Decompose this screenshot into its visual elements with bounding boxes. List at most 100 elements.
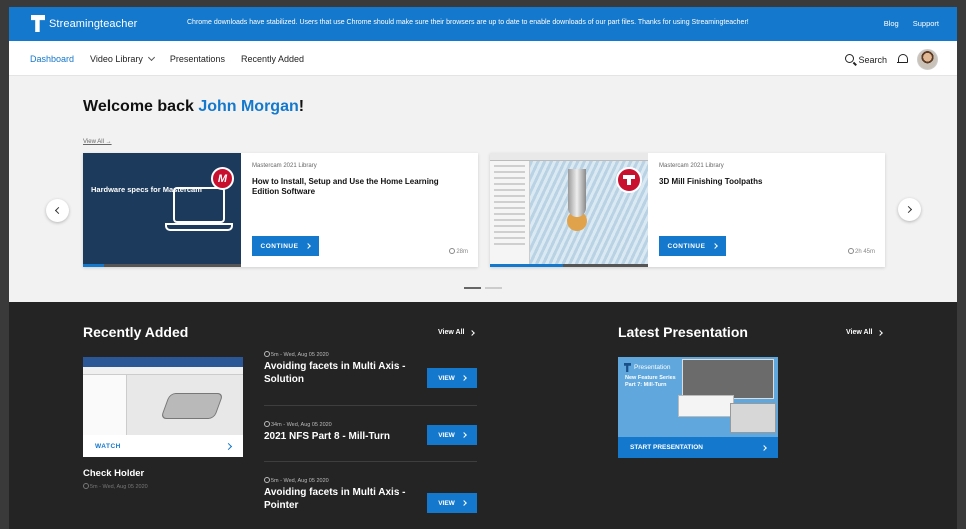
duration-value: 28m — [456, 249, 468, 255]
presentation-header-label: Presentation — [634, 364, 671, 371]
brand-name: Streamingteacher — [49, 17, 138, 30]
divider — [264, 461, 477, 462]
view-button[interactable]: VIEW — [427, 368, 477, 388]
featured-video-card[interactable]: WATCH — [83, 357, 243, 457]
chevron-right-icon — [904, 205, 913, 214]
latest-presentation-heading: Latest Presentation — [618, 324, 748, 340]
app-toolbar — [83, 367, 243, 375]
item-title[interactable]: Avoiding facets in Multi Axis - Pointer — [264, 487, 419, 512]
notification-bell-icon[interactable] — [897, 54, 908, 65]
carousel-dot[interactable] — [485, 287, 502, 289]
clock-icon — [264, 421, 270, 427]
nav-video-library-label: Video Library — [90, 54, 143, 64]
watch-label: WATCH — [95, 442, 121, 450]
clock-icon — [847, 248, 854, 254]
chevron-right-icon — [469, 329, 476, 336]
view-all-label: View All — [438, 329, 465, 336]
mastercam-logo-icon: M — [211, 167, 234, 190]
video-card[interactable]: Mastercam 2021 Library 3D Mill Finishing… — [490, 153, 885, 267]
presentation-thumb-title: New Feature Series Part 7: Mill-Turn — [625, 375, 676, 388]
chevron-down-icon — [147, 53, 155, 62]
presentation-header: Presentation — [624, 363, 671, 372]
watch-button[interactable]: WATCH — [83, 435, 243, 457]
watch-progress-bar — [83, 264, 241, 267]
laptop-base — [165, 223, 233, 231]
presentation-dialog — [678, 395, 734, 417]
item-meta-text: 34m - Wed, Aug 05 2020 — [271, 422, 332, 428]
view-button[interactable]: VIEW — [427, 425, 477, 445]
welcome-prefix: Welcome back — [83, 98, 199, 115]
duration-value: 2h 45m — [854, 249, 875, 255]
library-name: Mastercam 2021 Library — [659, 163, 724, 169]
blog-link[interactable]: Blog — [884, 19, 899, 28]
support-link[interactable]: Support — [913, 19, 939, 28]
search-icon — [845, 54, 855, 63]
start-presentation-label: START PRESENTATION — [630, 444, 703, 451]
cutting-tool — [568, 169, 586, 217]
carousel-next-button[interactable] — [898, 198, 921, 221]
chevron-right-icon — [761, 444, 767, 451]
app-frame: Streamingteacher Chrome downloads have s… — [9, 7, 957, 529]
chevron-right-icon — [460, 375, 467, 381]
continue-label: CONTINUE — [667, 242, 706, 250]
clock-icon — [264, 351, 270, 357]
view-button[interactable]: VIEW — [427, 493, 477, 513]
nav-recently-added[interactable]: Recently Added — [241, 54, 304, 64]
carousel-dot[interactable] — [464, 287, 481, 289]
video-card[interactable]: Hardware specs for Mastercam M Mastercam… — [83, 153, 478, 267]
video-thumbnail — [490, 153, 648, 267]
continue-button[interactable]: CONTINUE — [252, 236, 319, 256]
chevron-right-icon — [224, 442, 233, 450]
video-duration: 28m — [449, 248, 468, 255]
library-name: Mastercam 2021 Library — [252, 163, 317, 169]
training-logo-icon — [616, 167, 642, 193]
app-ribbon — [83, 357, 243, 367]
clock-icon — [264, 477, 270, 483]
welcome-heading: Welcome back John Morgan! — [83, 98, 304, 116]
presentation-view-all[interactable]: View All — [846, 329, 884, 336]
nav-dashboard[interactable]: Dashboard — [30, 54, 74, 64]
featured-title[interactable]: Check Holder — [83, 468, 144, 479]
item-title[interactable]: Avoiding facets in Multi Axis - Solution — [264, 361, 419, 386]
carousel-prev-button[interactable] — [46, 199, 69, 222]
clock-icon — [449, 248, 456, 254]
top-bar: Streamingteacher Chrome downloads have s… — [9, 7, 957, 41]
nav-video-library[interactable]: Video Library — [90, 53, 155, 64]
recently-added-heading: Recently Added — [83, 324, 189, 340]
clock-icon — [83, 483, 89, 489]
continue-label: CONTINUE — [260, 242, 299, 250]
featured-thumbnail — [83, 357, 243, 435]
logo-mark-icon — [31, 15, 45, 32]
logo-mark-icon — [624, 363, 631, 372]
chevron-right-icon — [877, 329, 884, 336]
watch-progress-fill — [83, 264, 104, 267]
item-meta: 5m - Wed, Aug 05 2020 — [264, 477, 477, 484]
item-meta: 5m - Wed, Aug 05 2020 — [264, 351, 477, 358]
item-meta-text: 5m - Wed, Aug 05 2020 — [271, 478, 329, 484]
chevron-left-icon — [54, 206, 63, 215]
start-presentation-button[interactable]: START PRESENTATION — [618, 437, 778, 458]
brand-logo[interactable]: Streamingteacher — [31, 15, 137, 32]
laptop-icon — [173, 187, 225, 223]
part-model — [160, 393, 224, 419]
presentation-card[interactable]: Presentation New Feature Series Part 7: … — [618, 357, 778, 458]
item-meta-text: 5m - Wed, Aug 05 2020 — [271, 352, 329, 358]
recently-added-view-all[interactable]: View All — [438, 329, 476, 336]
featured-meta: 5m - Wed, Aug 05 2020 — [83, 483, 148, 490]
search-button[interactable]: Search — [845, 54, 887, 65]
software-toolbar — [490, 153, 648, 161]
presentation-part-view — [730, 403, 776, 433]
carousel-indicators — [464, 287, 502, 289]
continue-button[interactable]: CONTINUE — [659, 236, 726, 256]
user-avatar[interactable] — [917, 49, 938, 70]
video-title: How to Install, Setup and Use the Home L… — [252, 177, 439, 197]
nav-presentations[interactable]: Presentations — [170, 54, 225, 64]
software-panel — [490, 161, 530, 264]
featured-meta-text: 5m - Wed, Aug 05 2020 — [90, 484, 148, 490]
announcement-text: Chrome downloads have stabilized. Users … — [187, 19, 749, 26]
watch-progress-fill — [490, 264, 563, 267]
chevron-right-icon — [712, 243, 719, 249]
view-all-link[interactable]: View All → — [83, 139, 112, 145]
view-all-label: View All — [846, 329, 873, 336]
chevron-right-icon — [460, 500, 467, 506]
